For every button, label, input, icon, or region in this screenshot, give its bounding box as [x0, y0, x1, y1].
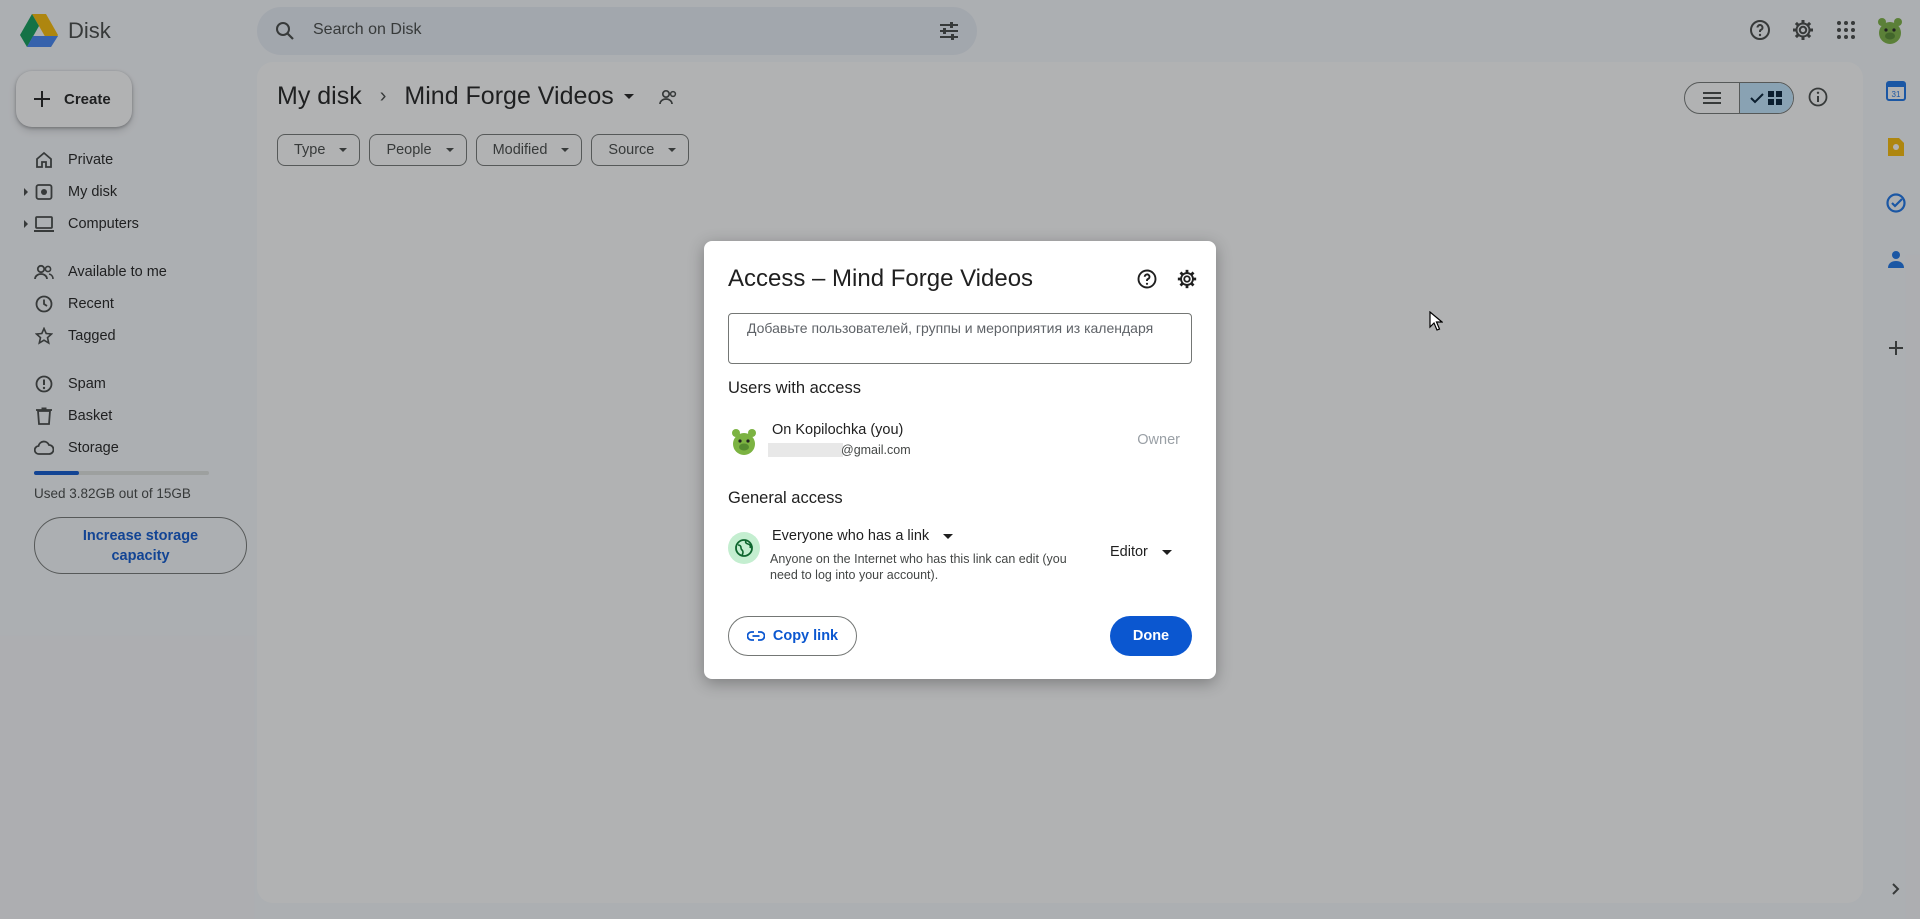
dropdown-arrow-icon: [1161, 549, 1172, 555]
link-access-description: Anyone on the Internet who has this link…: [770, 552, 1067, 582]
user-name: On Kopilochka (you): [772, 422, 904, 438]
link-role-dropdown[interactable]: Editor: [1110, 544, 1172, 560]
done-button[interactable]: Done: [1110, 616, 1192, 656]
copy-link-label: Copy link: [772, 628, 839, 644]
dropdown-arrow-icon: [943, 533, 954, 539]
user-role-owner: Owner: [1137, 432, 1180, 448]
copy-link-button[interactable]: Copy link: [728, 616, 857, 656]
user-email: @gmail.com: [841, 443, 911, 457]
help-icon[interactable]: [1136, 268, 1158, 290]
mouse-cursor-icon: [1429, 311, 1443, 331]
link-role-label: Editor: [1110, 544, 1148, 560]
general-access-heading: General access: [728, 489, 843, 507]
globe-icon: [728, 532, 760, 564]
link-access-label: Everyone who has a link: [772, 528, 930, 544]
link-icon: [746, 631, 765, 641]
add-people-input[interactable]: Добавьте пользователей, группы и меропри…: [728, 313, 1192, 364]
users-with-access-heading: Users with access: [728, 379, 861, 397]
user-avatar: [728, 425, 760, 457]
dialog-title: Access – Mind Forge Videos: [728, 265, 1034, 292]
share-access-dialog: Access – Mind Forge Videos Добавьте поль…: [704, 241, 1216, 679]
link-access-dropdown[interactable]: Everyone who has a link: [772, 528, 954, 544]
redacted-email-block: [768, 443, 843, 457]
general-access-row: Everyone who has a link Anyone on the In…: [728, 528, 1192, 588]
share-settings-gear-icon[interactable]: [1176, 268, 1198, 290]
user-access-row: On Kopilochka (you) @gmail.com Owner: [728, 419, 1192, 463]
